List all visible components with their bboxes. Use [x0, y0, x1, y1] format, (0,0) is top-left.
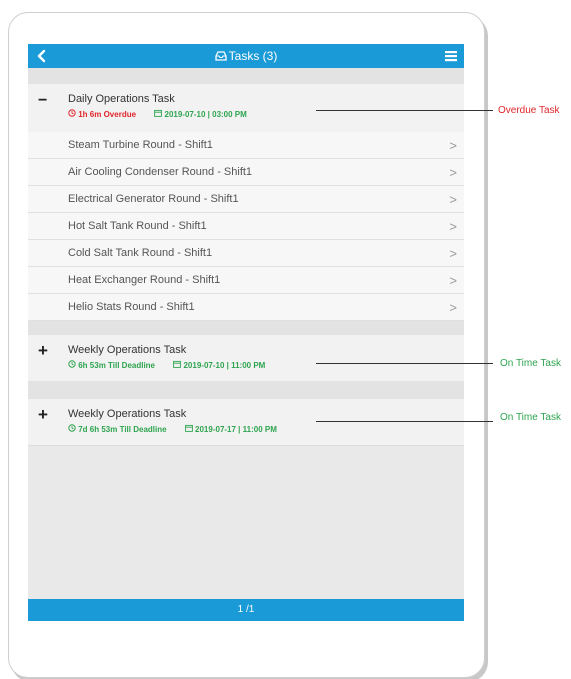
chevron-right-icon: >	[449, 246, 457, 261]
page-title-text: Tasks (3)	[228, 49, 278, 63]
ontime-status: 7d 6h 53m Till Deadline	[78, 424, 167, 434]
task-group-weekly[interactable]: + Weekly Operations Task 7d 6h 53m Till …	[28, 399, 464, 446]
overdue-status: 1h 6m Overdue	[78, 109, 137, 119]
callout-ontime: On Time Task	[500, 358, 561, 369]
group-meta: 1h 6m Overdue 2019-07-10 | 03:00 PM	[68, 109, 247, 119]
task-row[interactable]: Air Cooling Condenser Round - Shift1 >	[28, 159, 464, 186]
app-screen: Tasks (3) − Daily Operations Task 1h 6m …	[28, 44, 464, 621]
ontime-status: 6h 53m Till Deadline	[78, 360, 156, 370]
spacer-bar	[28, 68, 464, 84]
task-label: Heat Exchanger Round - Shift1	[68, 274, 221, 286]
task-label: Electrical Generator Round - Shift1	[68, 193, 239, 205]
callout-line	[316, 421, 493, 422]
task-group-daily[interactable]: − Daily Operations Task 1h 6m Overdue 20…	[28, 84, 464, 133]
task-label: Helio Stats Round - Shift1	[68, 301, 195, 313]
task-row[interactable]: Steam Turbine Round - Shift1 >	[28, 132, 464, 159]
clock-icon	[68, 109, 76, 119]
spacer-bar	[28, 381, 464, 399]
expand-toggle[interactable]: +	[38, 405, 48, 425]
task-row[interactable]: Hot Salt Tank Round - Shift1 >	[28, 213, 464, 240]
clock-icon	[68, 424, 76, 434]
callout-line	[316, 363, 493, 364]
spacer-bar	[28, 321, 464, 335]
task-label: Steam Turbine Round - Shift1	[68, 139, 213, 151]
chevron-right-icon: >	[449, 165, 457, 180]
chevron-right-icon: >	[449, 300, 457, 315]
pager: 1 /1	[28, 599, 464, 621]
task-label: Hot Salt Tank Round - Shift1	[68, 220, 207, 232]
calendar-icon	[154, 109, 163, 119]
group-meta: 7d 6h 53m Till Deadline 2019-07-17 | 11:…	[68, 424, 277, 434]
clock-icon	[68, 360, 76, 370]
task-row[interactable]: Helio Stats Round - Shift1 >	[28, 294, 464, 321]
task-label: Cold Salt Tank Round - Shift1	[68, 247, 213, 259]
group-title: Daily Operations Task	[68, 93, 175, 105]
inbox-icon	[215, 50, 227, 64]
collapse-toggle[interactable]: −	[38, 92, 47, 110]
app-header: Tasks (3)	[28, 44, 464, 68]
group-meta: 6h 53m Till Deadline 2019-07-10 | 11:00 …	[68, 360, 265, 370]
callout-overdue: Overdue Task	[498, 105, 560, 116]
calendar-icon	[184, 424, 193, 434]
callout-line	[316, 110, 493, 111]
task-label: Air Cooling Condenser Round - Shift1	[68, 166, 253, 178]
calendar-icon	[173, 360, 182, 370]
deadline-date: 2019-07-10 | 03:00 PM	[164, 109, 247, 119]
chevron-right-icon: >	[449, 192, 457, 207]
page-title: Tasks (3)	[28, 49, 464, 64]
group-title: Weekly Operations Task	[68, 344, 187, 356]
menu-button[interactable]	[444, 48, 458, 64]
callout-ontime: On Time Task	[500, 412, 561, 423]
chevron-right-icon: >	[449, 273, 457, 288]
deadline-date: 2019-07-10 | 11:00 PM	[183, 360, 266, 370]
expand-toggle[interactable]: +	[38, 341, 48, 361]
hamburger-menu-icon	[445, 51, 457, 62]
deadline-date: 2019-07-17 | 11:00 PM	[195, 424, 277, 434]
task-row[interactable]: Cold Salt Tank Round - Shift1 >	[28, 240, 464, 267]
task-row[interactable]: Heat Exchanger Round - Shift1 >	[28, 267, 464, 294]
group-title: Weekly Operations Task	[68, 408, 187, 420]
task-group-weekly[interactable]: + Weekly Operations Task 6h 53m Till Dea…	[28, 335, 464, 382]
chevron-right-icon: >	[449, 219, 457, 234]
task-row[interactable]: Electrical Generator Round - Shift1 >	[28, 186, 464, 213]
chevron-right-icon: >	[449, 138, 457, 153]
